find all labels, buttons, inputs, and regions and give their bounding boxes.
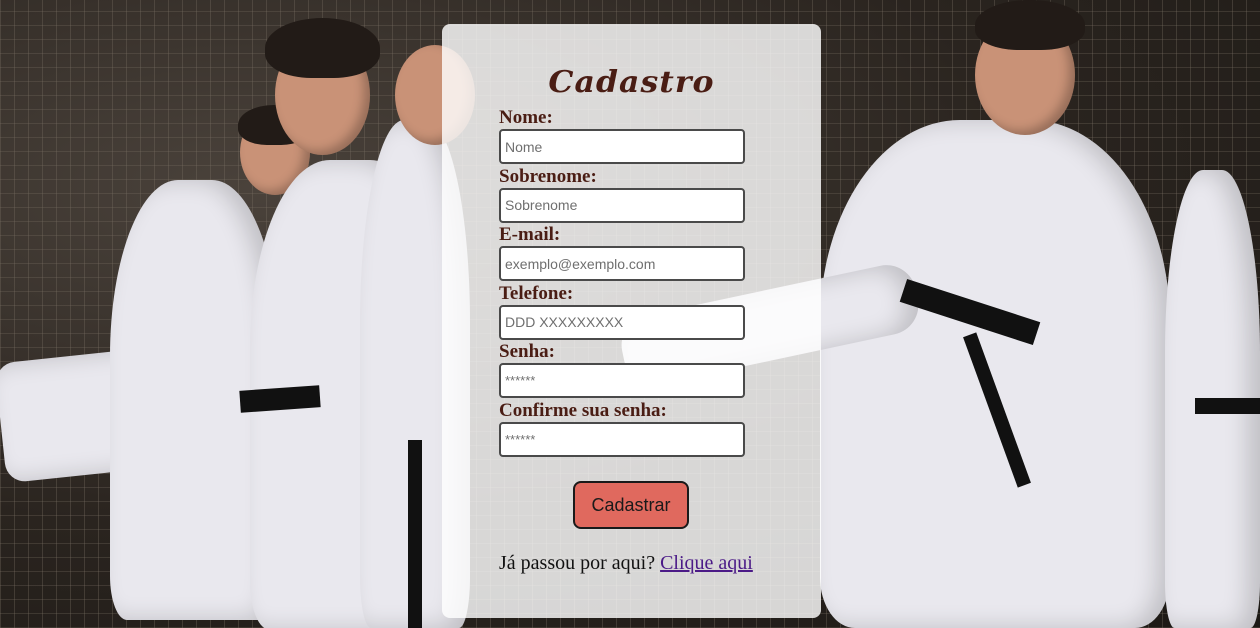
label-confirme-senha: Confirme sua senha: <box>499 399 667 421</box>
field-group-sobrenome: Sobrenome: <box>499 166 749 225</box>
sobrenome-input[interactable] <box>499 187 745 223</box>
label-senha: Senha: <box>499 341 555 363</box>
nome-input[interactable] <box>499 129 745 164</box>
background-belt-2 <box>408 440 422 628</box>
telefone-input[interactable] <box>499 304 745 340</box>
background-figure-right <box>820 120 1170 628</box>
label-nome: Nome: <box>499 107 553 128</box>
field-group-telefone: Telefone: <box>499 283 749 342</box>
field-group-email: E-mail: <box>499 224 749 283</box>
label-telefone: Telefone: <box>499 282 574 304</box>
label-sobrenome: Sobrenome: <box>499 165 597 187</box>
field-group-nome: Nome: <box>499 107 749 166</box>
field-group-senha: Senha: <box>499 341 749 400</box>
background-hair-4 <box>975 0 1085 50</box>
registration-card: Cadastro Nome: Sobrenome: E-mail: Telefo… <box>442 24 821 618</box>
login-prompt-text: Já passou por aqui? <box>499 552 656 574</box>
confirme-senha-input[interactable] <box>499 421 745 457</box>
registration-form: Nome: Sobrenome: E-mail: Telefone: Senha… <box>499 107 749 459</box>
background-belt-5 <box>1195 398 1260 414</box>
label-email: E-mail: <box>499 224 561 246</box>
senha-input[interactable] <box>499 363 745 399</box>
login-link[interactable]: Clique aqui <box>660 552 753 574</box>
background-hair-2 <box>265 18 380 78</box>
field-group-confirme-senha: Confirme sua senha: <box>499 400 749 459</box>
login-prompt: Já passou por aqui? Clique aqui <box>499 552 753 575</box>
email-input[interactable] <box>499 246 745 282</box>
cadastrar-button[interactable]: Cadastrar <box>573 481 689 529</box>
page-title: Cadastro <box>548 65 715 100</box>
